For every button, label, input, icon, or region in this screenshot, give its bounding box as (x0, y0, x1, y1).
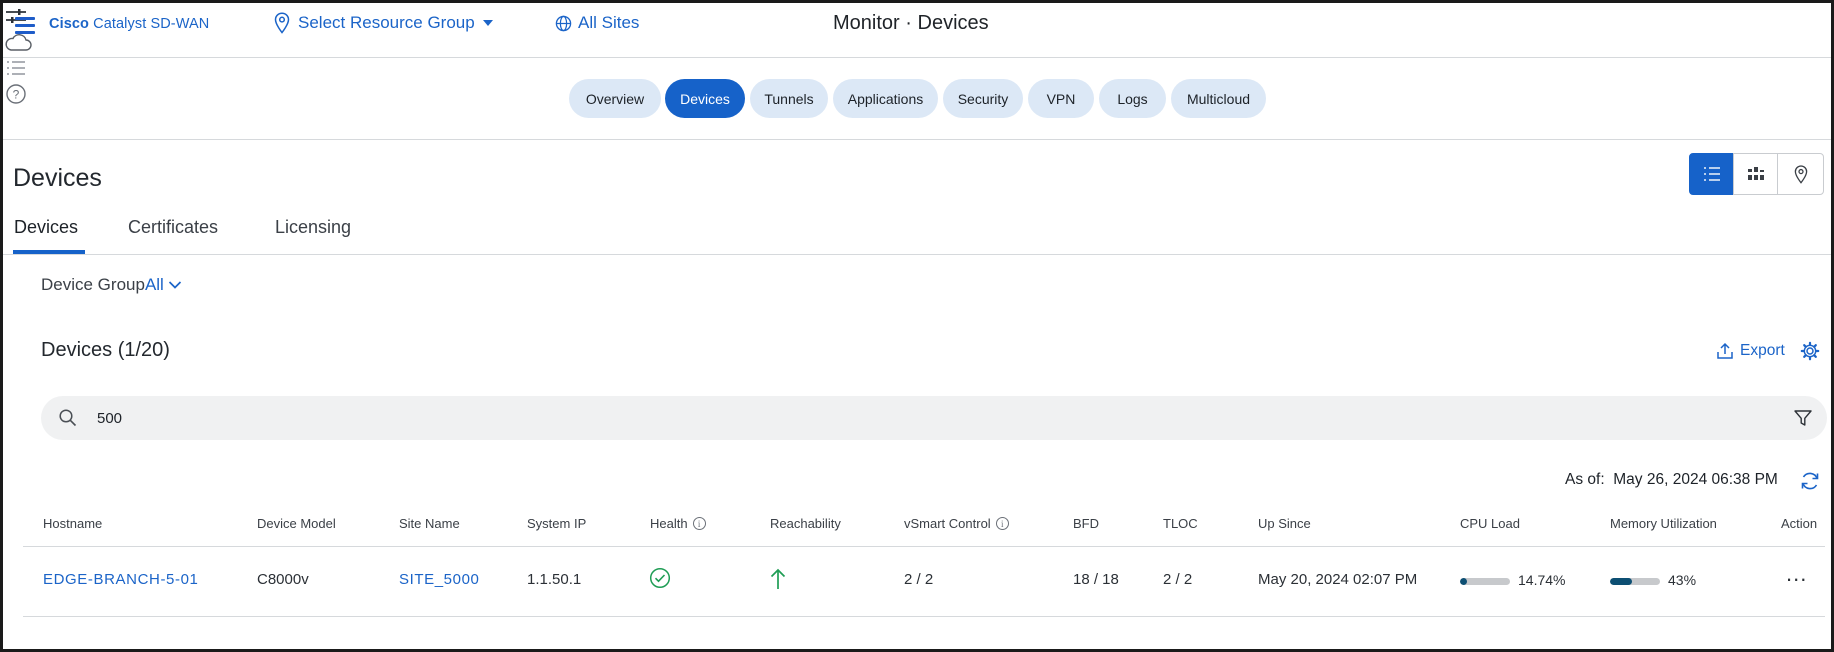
col-vsmart-control[interactable]: vSmart Control i (904, 516, 1009, 531)
tab-applications[interactable]: Applications (833, 79, 938, 118)
section-title: Devices (13, 164, 102, 192)
brand-rest: Catalyst SD-WAN (93, 16, 210, 32)
top-header: Cisco Catalyst SD-WAN Select Resource Gr… (3, 3, 1831, 104)
tab-multicloud[interactable]: Multicloud (1171, 79, 1266, 118)
tab-overview[interactable]: Overview (569, 79, 661, 118)
memory-utilization-bar (1610, 578, 1660, 585)
location-pin-icon (274, 12, 290, 34)
page-title-main: Devices (917, 12, 989, 34)
system-ip-cell: 1.1.50.1 (527, 571, 582, 588)
device-group-value: All (144, 275, 164, 294)
col-tloc[interactable]: TLOC (1163, 516, 1198, 531)
grid-view-icon (1747, 167, 1764, 180)
as-of-label: As of: (1565, 471, 1605, 488)
row-action-more-icon[interactable]: ... (1786, 561, 1807, 587)
export-button[interactable]: Export (1716, 342, 1785, 360)
brand-title[interactable]: Cisco Catalyst SD-WAN (49, 16, 209, 32)
caret-down-icon (482, 20, 493, 26)
grid-view-button[interactable] (1733, 153, 1778, 195)
list-view-button[interactable] (1689, 153, 1734, 195)
col-up-since[interactable]: Up Since (1258, 516, 1311, 531)
col-memory-utilization[interactable]: Memory Utilization (1610, 516, 1717, 531)
up-since-cell: May 20, 2024 02:07 PM (1258, 571, 1418, 588)
device-model-cell: C8000v (257, 571, 309, 588)
tab-logs[interactable]: Logs (1099, 79, 1166, 118)
active-subtab-indicator (13, 250, 85, 254)
col-health-label: Health (650, 516, 688, 531)
brand-bold: Cisco (49, 16, 89, 32)
tab-tunnels[interactable]: Tunnels (750, 79, 828, 118)
device-subtabs: Devices Certificates Licensing (3, 213, 1831, 255)
as-of-timestamp: As of: May 26, 2024 06:38 PM (1565, 471, 1778, 489)
as-of-value: May 26, 2024 06:38 PM (1613, 471, 1778, 488)
device-search-bar (41, 396, 1827, 440)
tloc-cell: 2 / 2 (1163, 571, 1193, 588)
col-site-name[interactable]: Site Name (399, 516, 460, 531)
devices-table-header: Hostname Device Model Site Name System I… (23, 506, 1825, 547)
col-device-model[interactable]: Device Model (257, 516, 336, 531)
reachability-up-arrow-icon (769, 567, 787, 595)
col-hostname[interactable]: Hostname (43, 516, 102, 531)
memory-utilization-value: 43% (1668, 572, 1697, 588)
device-group-filter: Device Group All (41, 275, 182, 295)
export-label: Export (1740, 342, 1785, 359)
all-sites-label: All Sites (578, 13, 640, 32)
export-icon (1717, 342, 1733, 359)
list-view-icon (1703, 167, 1720, 181)
cpu-load-bar (1460, 578, 1510, 585)
map-view-icon (1794, 164, 1807, 184)
col-health[interactable]: Health i (650, 516, 706, 531)
hostname-link[interactable]: EDGE-BRANCH-5-01 (43, 571, 198, 588)
tab-devices[interactable]: Devices (665, 79, 745, 118)
page-title-prefix: Monitor (833, 12, 900, 34)
cpu-load-fill (1460, 578, 1468, 585)
subtab-devices[interactable]: Devices (14, 217, 78, 238)
col-system-ip[interactable]: System IP (527, 516, 586, 531)
vsmart-control-cell: 2 / 2 (904, 571, 934, 588)
menu-icon[interactable] (15, 17, 35, 34)
site-name-link[interactable]: SITE_5000 (399, 571, 479, 588)
refresh-icon[interactable] (1799, 470, 1821, 492)
bfd-cell: 18 / 18 (1073, 571, 1119, 588)
resource-group-selector[interactable]: Select Resource Group (274, 12, 493, 34)
cpu-load-value: 14.74% (1518, 572, 1566, 588)
table-row: EDGE-BRANCH-5-01 C8000v SITE_5000 1.1.50… (23, 547, 1825, 617)
page-title: Monitor · Devices (833, 12, 989, 35)
tab-vpn[interactable]: VPN (1028, 79, 1094, 118)
col-reachability[interactable]: Reachability (770, 516, 841, 531)
info-icon[interactable]: i (995, 517, 1009, 530)
col-cpu-load[interactable]: CPU Load (1460, 516, 1520, 531)
devices-count: Devices (1/20) (41, 339, 170, 361)
search-input[interactable] (97, 405, 1697, 431)
page-title-separator: · (905, 12, 912, 34)
subtab-certificates[interactable]: Certificates (128, 217, 218, 238)
info-icon[interactable]: i (692, 517, 706, 530)
table-settings-gear-icon[interactable] (1800, 341, 1820, 361)
subtab-licensing[interactable]: Licensing (275, 217, 351, 238)
col-action: Action (1781, 516, 1818, 531)
search-icon (59, 409, 77, 427)
chevron-down-icon (168, 281, 181, 289)
col-bfd[interactable]: BFD (1073, 516, 1099, 531)
health-check-icon (649, 567, 671, 593)
map-view-button[interactable] (1777, 153, 1824, 195)
monitor-nav: Overview Devices Tunnels Applications Se… (3, 59, 1831, 140)
device-group-label: Device Group (41, 275, 145, 294)
memory-utilization-fill (1610, 578, 1632, 585)
tab-security[interactable]: Security (943, 79, 1023, 118)
globe-icon (555, 15, 572, 31)
device-group-dropdown[interactable]: All (145, 275, 182, 295)
resource-group-label: Select Resource Group (298, 13, 475, 32)
col-vsmart-label: vSmart Control (904, 516, 991, 531)
all-sites-selector[interactable]: All Sites (555, 13, 639, 33)
filter-icon[interactable] (1793, 408, 1813, 428)
